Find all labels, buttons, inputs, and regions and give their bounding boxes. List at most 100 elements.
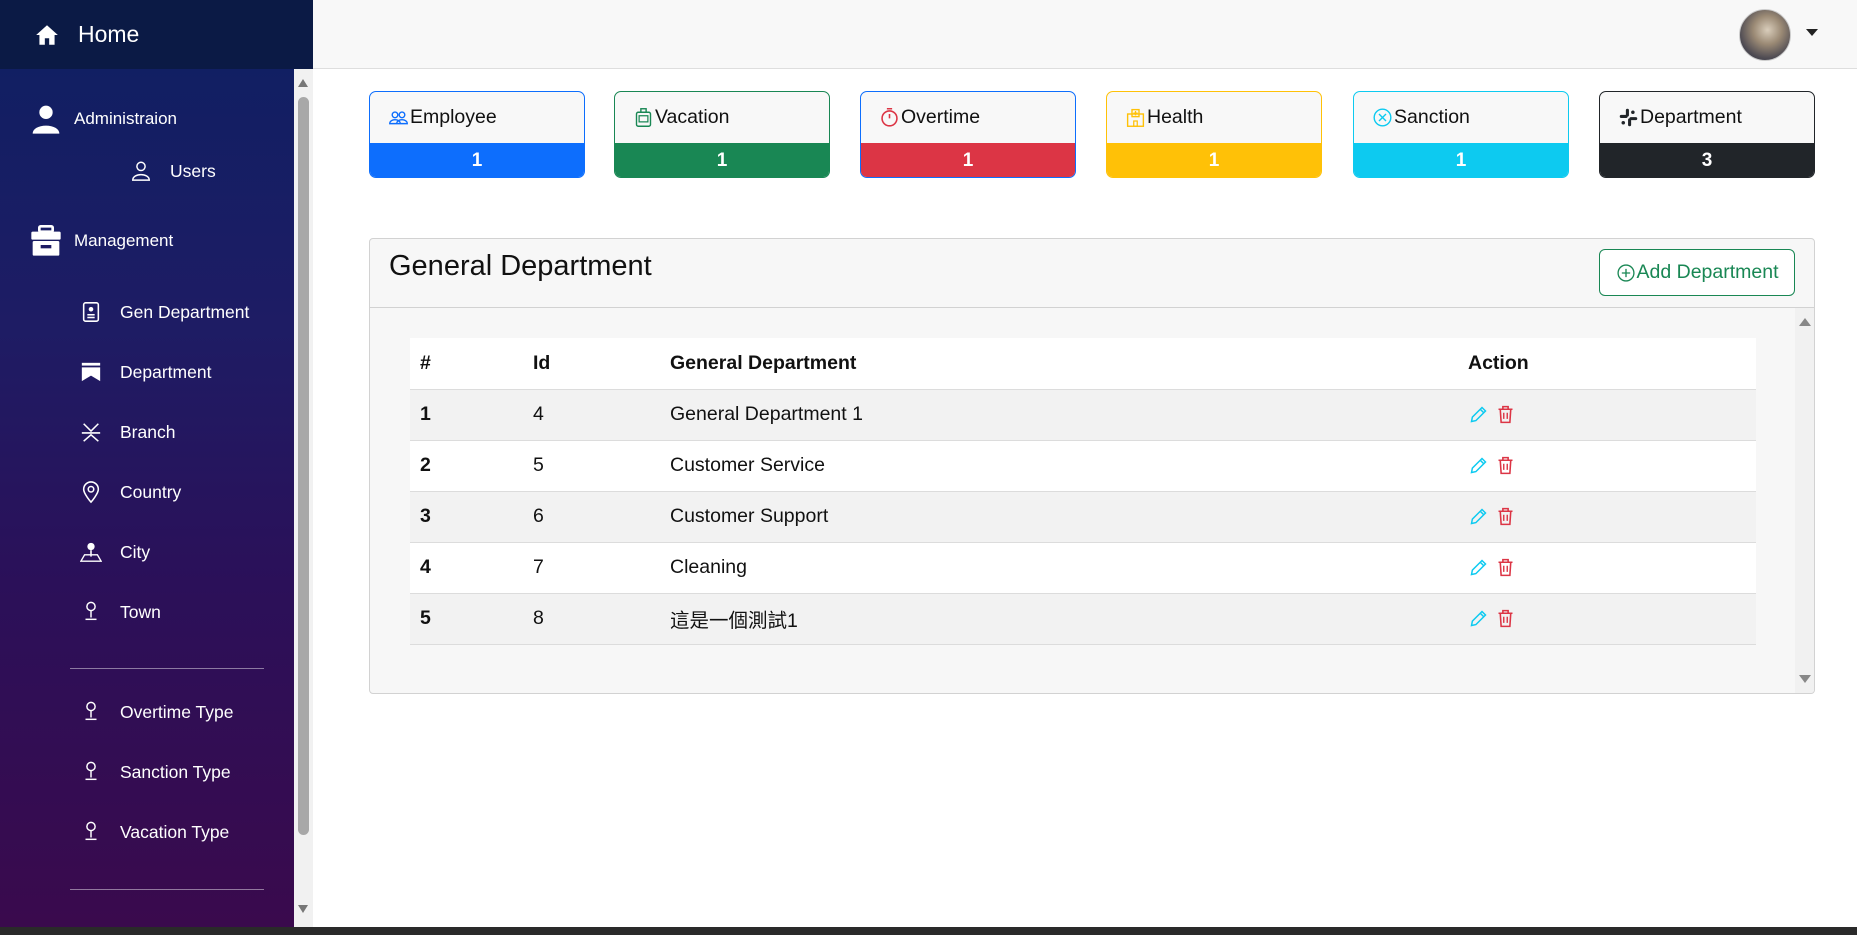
sidebar-item-sanction-type[interactable]: Sanction Type bbox=[78, 759, 231, 785]
sidebar-item-country[interactable]: Country bbox=[78, 479, 181, 505]
row-number: 4 bbox=[410, 542, 523, 594]
x-circle-icon bbox=[1373, 108, 1392, 127]
sidebar-item-town[interactable]: Town bbox=[78, 599, 161, 625]
sidebar-item-vacation-type[interactable]: Vacation Type bbox=[78, 819, 229, 845]
user-menu-caret-icon[interactable] bbox=[1806, 29, 1818, 36]
table-header-row: # Id General Department Action bbox=[410, 338, 1756, 390]
scroll-up-arrow-icon[interactable] bbox=[298, 79, 308, 87]
stat-card-sanction[interactable]: Sanction 1 bbox=[1353, 91, 1569, 178]
table-row: 5 8 這是一個測試1 bbox=[410, 593, 1756, 645]
pin-icon bbox=[85, 701, 97, 721]
slack-icon bbox=[1619, 108, 1638, 127]
top-bar bbox=[313, 0, 1857, 69]
suitcase-icon bbox=[635, 108, 652, 127]
scrollbar-thumb[interactable] bbox=[298, 97, 309, 835]
sidebar-divider bbox=[70, 889, 264, 890]
row-name: 這是一個測試1 bbox=[660, 593, 1458, 645]
people-icon bbox=[389, 111, 408, 125]
sidebar-divider bbox=[70, 668, 264, 669]
row-actions bbox=[1458, 593, 1756, 645]
trash-icon[interactable] bbox=[1495, 608, 1516, 629]
stopwatch-icon bbox=[881, 107, 898, 127]
archive-box-icon bbox=[31, 225, 61, 256]
stat-card-count: 1 bbox=[615, 143, 829, 177]
row-number: 1 bbox=[410, 389, 523, 441]
row-actions bbox=[1458, 491, 1756, 543]
column-header: Id bbox=[523, 338, 660, 390]
scroll-down-arrow-icon[interactable] bbox=[298, 905, 308, 913]
sidebar-item-branch[interactable]: Branch bbox=[78, 419, 175, 445]
stat-card-health[interactable]: Health 1 bbox=[1106, 91, 1322, 178]
row-id: 7 bbox=[523, 542, 660, 594]
add-department-button[interactable]: Add Department bbox=[1599, 249, 1795, 296]
sidebar-item-department[interactable]: Department bbox=[78, 359, 211, 385]
row-number: 2 bbox=[410, 440, 523, 492]
trash-icon[interactable] bbox=[1495, 557, 1516, 578]
sidebar-item-label: Users bbox=[170, 160, 216, 181]
stat-card-department[interactable]: Department 3 bbox=[1599, 91, 1815, 178]
table-row: 2 5 Customer Service bbox=[410, 440, 1756, 492]
sidebar-item-label: Overtime Type bbox=[120, 701, 234, 722]
trash-icon[interactable] bbox=[1495, 404, 1516, 425]
row-number: 3 bbox=[410, 491, 523, 543]
sidebar-item-city[interactable]: City bbox=[78, 539, 150, 565]
person-map-pin-icon bbox=[80, 542, 102, 562]
plus-circle-icon bbox=[1616, 263, 1635, 282]
scroll-down-arrow-icon[interactable] bbox=[1799, 675, 1811, 683]
row-name: General Department 1 bbox=[660, 389, 1458, 441]
row-id: 8 bbox=[523, 593, 660, 645]
row-id: 5 bbox=[523, 440, 660, 492]
sidebar-item-overtime-type[interactable]: Overtime Type bbox=[78, 699, 233, 725]
location-pin-icon bbox=[82, 481, 100, 504]
sidebar-item-label: Gen Department bbox=[120, 301, 250, 322]
stat-card-label: Vacation bbox=[655, 106, 730, 128]
avatar[interactable] bbox=[1739, 9, 1791, 61]
sidebar-item-label: City bbox=[120, 541, 151, 562]
sidebar-item-users[interactable]: Users bbox=[130, 160, 216, 182]
row-name: Cleaning bbox=[660, 542, 1458, 594]
sidebar-item-label: Sanction Type bbox=[120, 761, 231, 782]
sidebar-item-gen-department[interactable]: Gen Department bbox=[78, 299, 249, 325]
stat-card-count: 1 bbox=[370, 143, 584, 177]
add-department-label: Add Department bbox=[1636, 261, 1779, 283]
stat-card-label: Health bbox=[1147, 106, 1204, 128]
pencil-icon[interactable] bbox=[1468, 404, 1489, 425]
sidebar-item-label: Branch bbox=[120, 421, 176, 442]
stat-card-count: 1 bbox=[1107, 143, 1321, 177]
table-row: 1 4 General Department 1 bbox=[410, 389, 1756, 441]
row-actions bbox=[1458, 542, 1756, 594]
home-link[interactable]: Home bbox=[0, 0, 313, 69]
panel-scrollbar[interactable] bbox=[1795, 308, 1814, 693]
trash-icon[interactable] bbox=[1495, 455, 1516, 476]
sidebar-scrollbar[interactable] bbox=[294, 69, 313, 927]
pencil-icon[interactable] bbox=[1468, 557, 1489, 578]
user-outline-icon bbox=[132, 161, 150, 181]
pencil-icon[interactable] bbox=[1468, 455, 1489, 476]
stat-card-label: Department bbox=[1640, 106, 1742, 128]
column-header: # bbox=[410, 338, 523, 390]
panel-header: General Department Add Department bbox=[370, 239, 1814, 308]
table-row: 4 7 Cleaning bbox=[410, 542, 1756, 594]
sidebar-section-label: Management bbox=[74, 231, 174, 250]
row-id: 6 bbox=[523, 491, 660, 543]
column-header: Action bbox=[1458, 338, 1756, 390]
scroll-up-arrow-icon[interactable] bbox=[1799, 318, 1811, 326]
app: Home Administraion Users Management Gen … bbox=[0, 0, 1857, 927]
trash-icon[interactable] bbox=[1495, 506, 1516, 527]
pin-icon bbox=[85, 821, 97, 841]
general-department-panel: General Department Add Department # Id G… bbox=[369, 238, 1815, 694]
sidebar-item-label: Town bbox=[120, 601, 161, 622]
stat-card-vacation[interactable]: Vacation 1 bbox=[614, 91, 830, 178]
sidebar-section-administration[interactable]: Administraion bbox=[30, 103, 177, 135]
stat-card-label: Employee bbox=[410, 106, 497, 128]
stat-card-overtime[interactable]: Overtime 1 bbox=[860, 91, 1076, 178]
sidebar-item-label: Country bbox=[120, 481, 182, 502]
stat-card-count: 3 bbox=[1600, 143, 1814, 177]
column-header: General Department bbox=[660, 338, 1458, 390]
sidebar: Administraion Users Management Gen Depar… bbox=[0, 69, 294, 927]
pencil-icon[interactable] bbox=[1468, 506, 1489, 527]
stat-card-employee[interactable]: Employee 1 bbox=[369, 91, 585, 178]
pencil-icon[interactable] bbox=[1468, 608, 1489, 629]
pin-icon bbox=[85, 601, 97, 621]
sidebar-section-management[interactable]: Management bbox=[30, 225, 173, 257]
